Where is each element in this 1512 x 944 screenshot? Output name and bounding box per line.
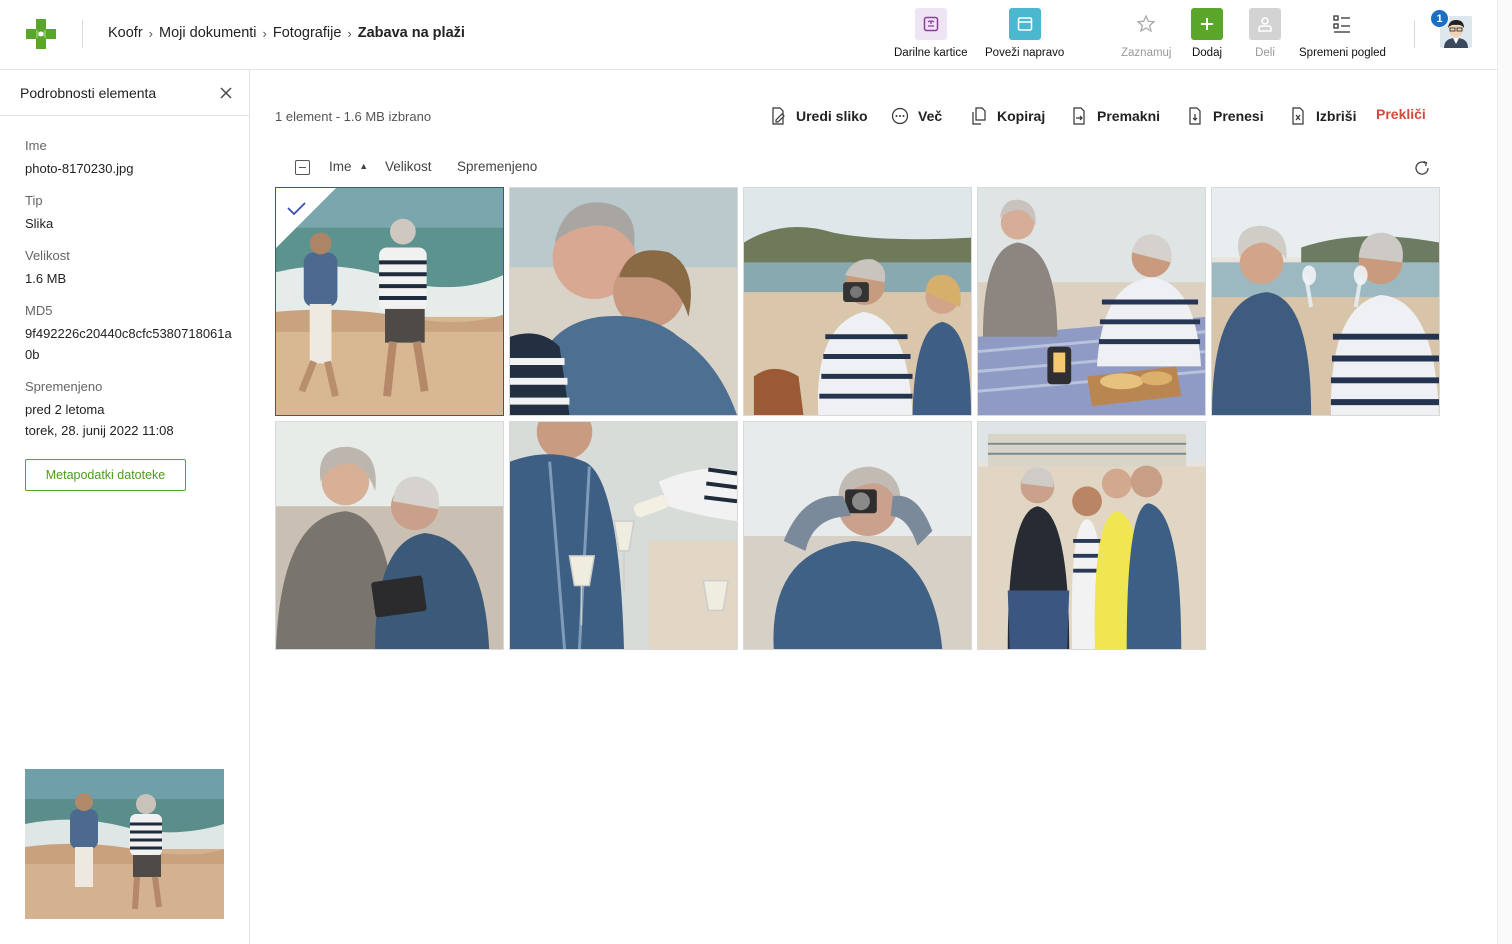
image-preview[interactable] — [25, 769, 224, 919]
bookmark-button[interactable]: Zaznamuj — [1121, 8, 1172, 59]
breadcrumb-item-koofr[interactable]: Koofr — [108, 25, 143, 41]
plus-icon — [1191, 8, 1223, 40]
photo-tile[interactable] — [743, 187, 972, 416]
header-divider — [82, 20, 83, 48]
more-dots-icon — [890, 106, 910, 126]
connect-device-button[interactable]: Poveži napravo — [985, 8, 1064, 59]
breadcrumb: Koofr › Moji dokumenti › Fotografije › Z… — [108, 25, 465, 41]
breadcrumb-item-photos[interactable]: Fotografije — [273, 25, 342, 41]
change-view-button[interactable]: Spremeni pogled — [1299, 8, 1386, 59]
photo-tile[interactable] — [509, 187, 738, 416]
copy-icon — [969, 106, 989, 126]
app-header: Koofr › Moji dokumenti › Fotografije › Z… — [0, 0, 1512, 70]
add-button[interactable]: Dodaj — [1191, 8, 1223, 59]
koofr-logo-icon[interactable] — [26, 19, 56, 49]
selected-check-icon — [276, 188, 336, 248]
download-button[interactable]: Prenesi — [1185, 106, 1264, 126]
photo-thumbnail — [1212, 188, 1439, 415]
name-value: photo-8170230.jpg — [25, 161, 134, 176]
select-all-checkbox[interactable] — [295, 160, 310, 175]
chevron-right-icon: › — [262, 25, 267, 41]
file-metadata-button[interactable]: Metapodatki datoteke — [25, 459, 186, 491]
type-value: Slika — [25, 216, 54, 231]
sort-bar: Ime ▲ Velikost Spremenjeno — [250, 158, 1497, 178]
photo-tile[interactable] — [509, 421, 738, 650]
item-details-panel: Podrobnosti elementa Ime photo-8170230.j… — [0, 70, 250, 944]
gift-cards-label: Darilne kartice — [894, 47, 968, 59]
details-panel-header: Podrobnosti elementa — [0, 70, 249, 116]
add-label: Dodaj — [1191, 47, 1223, 59]
chevron-right-icon: › — [347, 25, 352, 41]
move-label: Premakni — [1097, 108, 1161, 124]
delete-button[interactable]: Izbriši — [1288, 106, 1356, 126]
share-button[interactable]: Deli — [1249, 8, 1281, 59]
more-button[interactable]: Več — [890, 106, 942, 126]
photo-thumbnail — [276, 422, 503, 649]
download-label: Prenesi — [1213, 108, 1264, 124]
download-file-icon — [1185, 106, 1205, 126]
selection-toolbar: Uredi sliko Več Kopiraj Premakni Prenesi — [250, 106, 1497, 130]
photo-tile[interactable] — [275, 421, 504, 650]
sort-name-label: Ime — [329, 159, 352, 174]
cancel-selection-button[interactable]: Prekliči — [1376, 106, 1426, 122]
file-properties: Ime photo-8170230.jpg Tip Slika Velikost… — [25, 138, 235, 455]
modified-relative: pred 2 letoma — [25, 402, 105, 417]
copy-label: Kopiraj — [997, 108, 1046, 124]
name-label: Ime — [25, 138, 47, 153]
photo-thumbnail — [744, 188, 971, 415]
notification-badge[interactable]: 1 — [1430, 9, 1449, 28]
photo-tile[interactable] — [1211, 187, 1440, 416]
header-divider — [1414, 20, 1415, 48]
device-icon — [1008, 8, 1041, 40]
details-panel-title: Podrobnosti elementa — [20, 85, 157, 101]
photo-tile[interactable] — [743, 421, 972, 650]
edit-image-button[interactable]: Uredi sliko — [768, 106, 868, 126]
copy-button[interactable]: Kopiraj — [969, 106, 1045, 126]
preview-photo — [25, 769, 224, 919]
photo-thumbnail — [744, 422, 971, 649]
page-scrollbar[interactable] — [1497, 0, 1512, 944]
more-label: Več — [918, 108, 943, 124]
photo-thumbnail — [978, 422, 1205, 649]
edit-image-label: Uredi sliko — [796, 108, 868, 124]
type-label: Tip — [25, 193, 43, 208]
change-view-label: Spremeni pogled — [1299, 47, 1386, 59]
breadcrumb-item-my-documents[interactable]: Moji dokumenti — [159, 25, 257, 41]
refresh-icon[interactable] — [1413, 159, 1431, 177]
edit-file-icon — [768, 106, 788, 126]
md5-value: 9f492226c20440c8cfc5380718061a0b — [25, 326, 232, 362]
photo-tile-selected[interactable] — [275, 187, 504, 416]
move-file-icon — [1069, 106, 1089, 126]
size-value: 1.6 MB — [25, 271, 67, 286]
size-label: Velikost — [25, 248, 70, 263]
star-icon — [1130, 8, 1162, 40]
connect-device-label: Poveži napravo — [985, 47, 1065, 59]
sort-ascending-icon: ▲ — [359, 161, 369, 171]
modified-label: Spremenjeno — [25, 379, 103, 394]
photo-tile[interactable] — [977, 421, 1206, 650]
view-options-icon — [1326, 8, 1358, 40]
main-content: 1 element - 1.6 MB izbrano Uredi sliko V… — [250, 70, 1497, 944]
sort-by-name[interactable]: Ime ▲ — [329, 159, 368, 174]
photo-thumbnail — [510, 188, 737, 415]
photo-thumbnail — [510, 422, 737, 649]
sort-by-modified[interactable]: Spremenjeno — [457, 159, 537, 174]
bookmark-label: Zaznamuj — [1121, 47, 1172, 59]
photo-thumbnail — [978, 188, 1205, 415]
share-label: Deli — [1255, 47, 1275, 59]
delete-label: Izbriši — [1316, 108, 1357, 124]
chevron-right-icon: › — [148, 25, 154, 41]
gift-card-icon — [914, 8, 947, 40]
gift-cards-button[interactable]: Darilne kartice — [894, 8, 968, 59]
sort-by-size[interactable]: Velikost — [385, 159, 432, 174]
delete-file-icon — [1288, 106, 1308, 126]
md5-label: MD5 — [25, 303, 53, 318]
photo-tile[interactable] — [977, 187, 1206, 416]
modified-date: torek, 28. junij 2022 11:08 — [25, 423, 174, 438]
breadcrumb-item-current: Zabava na plaži — [357, 25, 465, 41]
share-user-icon — [1249, 8, 1281, 40]
close-icon[interactable] — [218, 85, 234, 101]
move-button[interactable]: Premakni — [1069, 106, 1160, 126]
